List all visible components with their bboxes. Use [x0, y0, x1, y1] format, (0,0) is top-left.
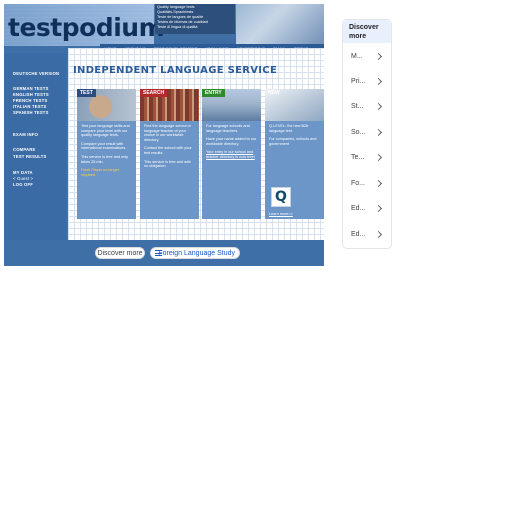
sidebar-item-compare[interactable]: COMPARE — [13, 147, 36, 152]
tagline-box: Quality language tests Qualitäts-Spracht… — [155, 4, 235, 34]
sidebar-item-spanish-tests[interactable]: SPANISH TESTS — [13, 110, 49, 115]
panel-test-heading[interactable]: TEST — [77, 89, 96, 97]
chip-label: Discover more — [97, 249, 143, 257]
panel-entry-body: For language schools and language teache… — [206, 124, 258, 164]
discover-item[interactable]: Ed... — [343, 222, 391, 247]
panel-new-link[interactable]: Learn more>> — [269, 212, 321, 217]
sidebar-item-exam-info[interactable]: EXAM INFO — [13, 132, 38, 137]
sidebar-item-german-tests[interactable]: GERMAN TESTS — [13, 86, 49, 91]
panel-entry-link[interactable]: Your entry in our school and teacher dir… — [206, 150, 258, 159]
panel-new-heading[interactable]: NEW — [265, 89, 283, 97]
chevron-right-icon — [374, 179, 383, 188]
sidebar-item-english-tests[interactable]: ENGLISH TESTS — [13, 92, 49, 97]
header-photo — [236, 4, 324, 46]
panel-new-body: Q-LEVEL: the new B2b language test. For … — [269, 124, 321, 150]
discover-item-label: So... — [351, 129, 366, 136]
site-logo[interactable]: testpodium — [8, 15, 165, 40]
sidebar-item-deutsche-version[interactable]: DEUTSCHE VERSION — [13, 71, 59, 76]
discover-item-label: Ed... — [351, 205, 366, 212]
panel-text: Compare your result with international e… — [81, 141, 127, 151]
discover-item[interactable]: So... — [343, 120, 391, 145]
discover-item[interactable]: Fo... — [343, 171, 391, 196]
discover-item-label: M... — [351, 53, 363, 60]
chevron-right-icon — [374, 153, 383, 162]
page-title: INDEPENDENT LANGUAGE SERVICE — [73, 65, 278, 76]
panel-new[interactable]: NEW Q-LEVEL: the new B2b language test. … — [265, 89, 324, 219]
discover-more-chip[interactable]: Discover more — [95, 247, 145, 259]
sidebar-item-italian-tests[interactable]: ITALIAN TESTS — [13, 104, 46, 109]
tagline: Teste di lingua di qualità — [157, 24, 198, 29]
sidebar-item-log-off[interactable]: LOG OFF — [13, 182, 33, 187]
chevron-right-icon — [374, 128, 383, 137]
site-sidebar: DEUTSCHE VERSION GERMAN TESTS ENGLISH TE… — [4, 53, 66, 266]
discover-item-label: St... — [351, 103, 364, 110]
discover-item-label: Pri... — [351, 78, 366, 85]
discover-item-label: Ed... — [351, 231, 366, 238]
panel-entry[interactable]: ENTRY For language schools and language … — [202, 89, 261, 219]
chevron-right-icon — [374, 204, 383, 213]
sidebar-item-french-tests[interactable]: FRENCH TESTS — [13, 98, 48, 103]
panel-search-heading[interactable]: SEARCH — [140, 89, 168, 97]
sidebar-item-my-data[interactable]: MY DATA — [13, 170, 33, 175]
discover-item[interactable]: St... — [343, 94, 391, 119]
discover-item[interactable]: Te... — [343, 145, 391, 170]
panel-text: Test your language skills and compare yo… — [81, 124, 130, 138]
panel-search-body: Find the language school or language tea… — [144, 124, 196, 173]
panel-test[interactable]: TEST Test your language skills and compa… — [77, 89, 136, 219]
panel-text: Have your name added to our worldwide di… — [206, 137, 257, 146]
panel-text: This service is free and only takes 25 m… — [81, 154, 129, 164]
chevron-right-icon — [374, 52, 383, 61]
panel-text: This service is free and with no obligat… — [144, 159, 191, 169]
panel-note: Flash Player no longer required. — [81, 168, 119, 177]
chip-label: Foreign Language Study — [158, 249, 235, 257]
discover-more-panel: Discover more M... Pri... St... So... Te… — [342, 19, 392, 249]
panel-search[interactable]: SEARCH Find the language school or langu… — [140, 89, 199, 219]
foreign-language-study-chip[interactable]: Foreign Language Study — [150, 247, 240, 259]
panel-text: For companies, schools and government — [269, 137, 317, 146]
chevron-right-icon — [374, 77, 383, 86]
discover-item[interactable]: M... — [343, 44, 391, 69]
q-level-logo-icon[interactable]: Q — [271, 187, 291, 207]
panel-text: Find the language school or language tea… — [144, 124, 191, 142]
site-screenshot: testpodium Quality language tests Qualit… — [4, 4, 324, 266]
panel-text: Q-LEVEL: the new B2b language test. — [269, 124, 309, 133]
discover-more-title: Discover more — [343, 20, 391, 43]
discover-item-label: Te... — [351, 154, 365, 161]
sidebar-item-guest: < Guest > — [13, 176, 34, 181]
sidebar-item-test-results[interactable]: TEST RESULTS — [13, 154, 47, 159]
panel-test-body: Test your language skills and compare yo… — [81, 124, 133, 181]
chevron-right-icon — [374, 230, 383, 239]
panel-text: For language schools and language teache… — [206, 124, 250, 133]
discover-item[interactable]: Pri... — [343, 69, 391, 94]
discover-item-label: Fo... — [351, 180, 366, 187]
discover-item[interactable]: Ed... — [343, 196, 391, 221]
site-header: testpodium Quality language tests Qualit… — [4, 4, 324, 46]
panel-entry-heading[interactable]: ENTRY — [202, 89, 225, 97]
panel-text: Contact the school with your test result… — [144, 146, 192, 155]
chevron-right-icon — [374, 102, 383, 111]
main-content: INDEPENDENT LANGUAGE SERVICE TEST Test y… — [68, 48, 324, 240]
